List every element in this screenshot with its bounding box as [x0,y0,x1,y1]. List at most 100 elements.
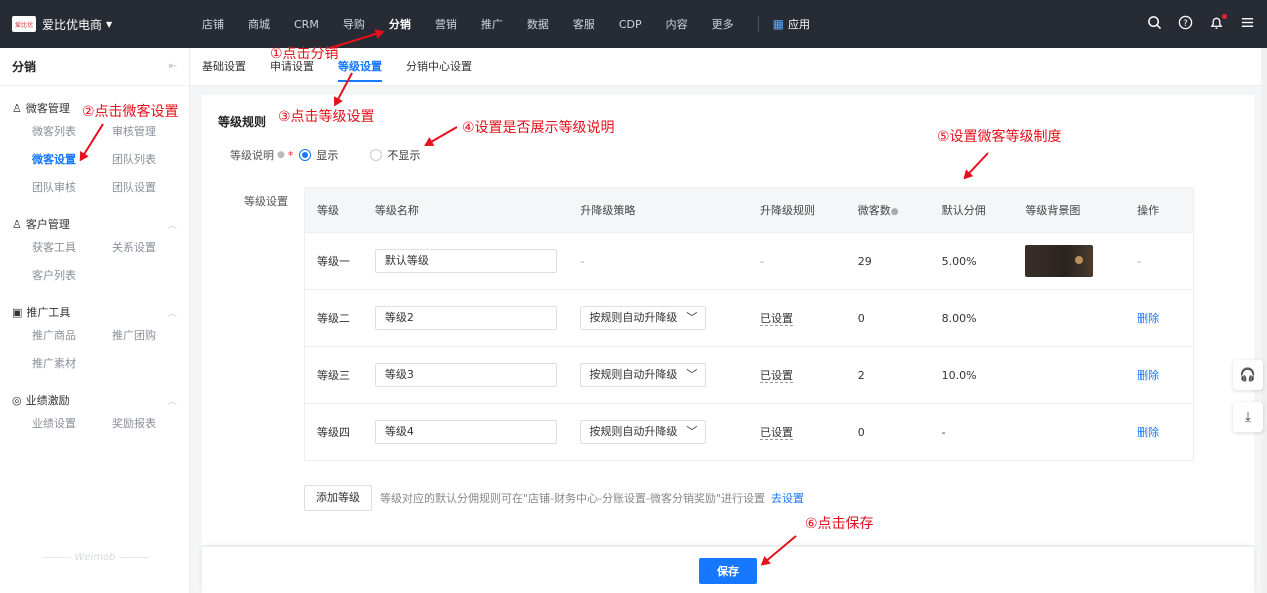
nav-item[interactable]: 内容 [666,16,688,32]
annotation-6: ⑥点击保存 [805,516,874,532]
add-level-button[interactable]: 添加等级 [304,485,372,511]
go-settings-link[interactable]: 去设置 [771,490,804,506]
help-icon[interactable]: ? [1178,15,1193,34]
rule-set-link[interactable]: 已设置 [760,312,793,326]
sidebar-item[interactable]: 推广素材 [32,350,112,378]
sidebar-item[interactable]: 关系设置 [112,234,192,262]
scrollbar[interactable] [1261,48,1267,593]
nav-item[interactable]: 商城 [248,16,270,32]
sidebar-group-header[interactable]: ◎ 业绩激励 ︿ [12,390,177,410]
table-row: 等级二 等级2 按规则自动升降级 ﹀ 已设置 0 8.00% 删除 [305,289,1193,346]
chevron-up-icon: ︿ [167,308,177,319]
top-right-tools: ? [1147,0,1255,48]
brand-name: 爱比优电商 [42,17,103,32]
member-count: 0 [857,425,865,439]
top-navigation-bar: 爱比优 爱比优电商 ▼ 店铺 商城 CRM 导购 分销 营销 推广 数据 客服 CDP 内容 更多 ▦… [0,0,1267,48]
level-description-setting: 等级说明 ● * 显示 不显示 [230,147,452,163]
annotation-4: ④设置是否展示等级说明 [462,120,615,136]
sidebar-item[interactable]: 团队列表 [112,146,192,174]
level-name-input[interactable]: 等级2 [374,306,557,330]
tab[interactable]: 分销中心设置 [406,48,472,86]
sidebar-item[interactable]: 奖励报表 [112,410,192,438]
sidebar-item[interactable]: 推广商品 [32,322,112,350]
rule-set-link[interactable]: 已设置 [760,426,793,440]
tab[interactable]: 基础设置 [202,48,246,86]
info-icon: ● [277,150,285,160]
annotation-1: ①点击分销 [270,46,339,62]
menu-icon[interactable] [1240,15,1255,34]
download-icon[interactable]: ⤓ [1233,402,1263,432]
col-header: 升降级规则 [760,204,815,217]
nav-item[interactable]: 客服 [573,16,595,32]
delete-link[interactable]: 删除 [1137,369,1159,382]
sidebar-group-header[interactable]: ▣ 推广工具 ︿ [12,302,177,322]
delete-link[interactable]: 删除 [1137,426,1159,439]
nav-item[interactable]: 数据 [527,16,549,32]
sidebar-item[interactable]: 团队审核 [32,174,112,202]
nav-item[interactable]: 营销 [435,16,457,32]
nav-item[interactable]: CRM [294,18,319,31]
required-mark: * [287,148,294,162]
settings-tabs: 基础设置 申请设置 等级设置 分销中心设置 [190,48,1267,86]
sidebar-item[interactable]: 客户列表 [32,262,112,290]
sidebar-item[interactable]: 团队设置 [112,174,192,202]
col-header: 升降级策略 [580,204,636,217]
level-background-image[interactable] [1025,245,1094,277]
level-cell: 等级四 [317,426,350,439]
search-icon[interactable] [1147,15,1162,34]
sidebar-group-header[interactable]: ♙ 客户管理 ︿ [12,214,177,234]
tab[interactable]: 等级设置 [338,48,382,86]
radio-show[interactable]: 显示 [299,147,338,163]
save-button[interactable]: 保存 [699,558,757,584]
level-table: 等级 等级名称 升降级策略 升降级规则 微客数● 默认分佣 等级背景图 操作 等… [304,187,1194,461]
brand-switcher[interactable]: 爱比优 爱比优电商 ▼ [0,16,190,33]
level-name-input[interactable]: 默认等级 [374,249,557,273]
delete-link[interactable]: 删除 [1137,312,1159,325]
customer-service-icon[interactable]: 🎧 [1233,360,1263,390]
nav-item[interactable]: 导购 [343,16,365,32]
sidebar-item[interactable]: 审核管理 [112,118,192,146]
strategy-select[interactable]: 按规则自动升降级 ﹀ [580,306,707,330]
col-header: 微客数● [857,204,899,217]
sidebar-item[interactable]: 微客列表 [32,118,112,146]
col-header: 等级 [317,204,339,217]
nav-item[interactable]: 店铺 [202,16,224,32]
level-name-input[interactable]: 等级3 [374,363,557,387]
weimob-footer-logo: ——— Weimob ——— [41,552,149,563]
collapse-sidebar-icon[interactable]: ⇤ [169,61,177,72]
col-header: 等级名称 [374,204,419,217]
nav-item[interactable]: 更多 [712,16,734,32]
help-icon: ● [890,207,899,217]
nav-item[interactable]: CDP [619,18,642,31]
level-cell: 等级二 [317,312,350,325]
commission-rate: - [941,425,946,439]
radio-unchecked-icon [370,149,383,161]
desc-label: 等级说明 [230,149,274,162]
chevron-up-icon: ︿ [167,396,177,407]
chevron-down-icon: ﹀ [686,368,698,381]
toolbox-icon: ▣ [12,306,23,319]
section-title: 等级规则 [218,115,267,129]
rule-empty: - [760,254,764,268]
rule-set-link[interactable]: 已设置 [760,369,793,383]
sidebar-item[interactable]: 微客设置 [32,146,112,174]
apps-grid-icon: ▦ [772,17,784,31]
sidebar-item[interactable]: 业绩设置 [32,410,112,438]
col-header: 默认分佣 [941,204,986,217]
sidebar-item[interactable]: 获客工具 [32,234,112,262]
nav-item[interactable]: 推广 [481,16,503,32]
caret-down-icon: ▼ [106,19,113,29]
level-name-input[interactable]: 等级4 [374,420,557,444]
svg-text:?: ? [1183,17,1187,27]
level-cell: 等级一 [317,255,350,268]
nav-item[interactable]: 分销 [389,16,411,32]
radio-hide[interactable]: 不显示 [370,147,420,163]
strategy-select[interactable]: 按规则自动升降级 ﹀ [580,363,707,387]
sidebar-item[interactable]: 推广团购 [112,322,192,350]
apps-menu[interactable]: ▦ 应用 [773,16,810,32]
bell-icon[interactable] [1209,13,1227,34]
strategy-select[interactable]: 按规则自动升降级 ﹀ [580,420,707,444]
level-cell: 等级三 [317,369,350,382]
chevron-up-icon: ︿ [167,220,177,231]
table-row: 等级四 等级4 按规则自动升降级 ﹀ 已设置 0 - 删除 [305,403,1193,460]
